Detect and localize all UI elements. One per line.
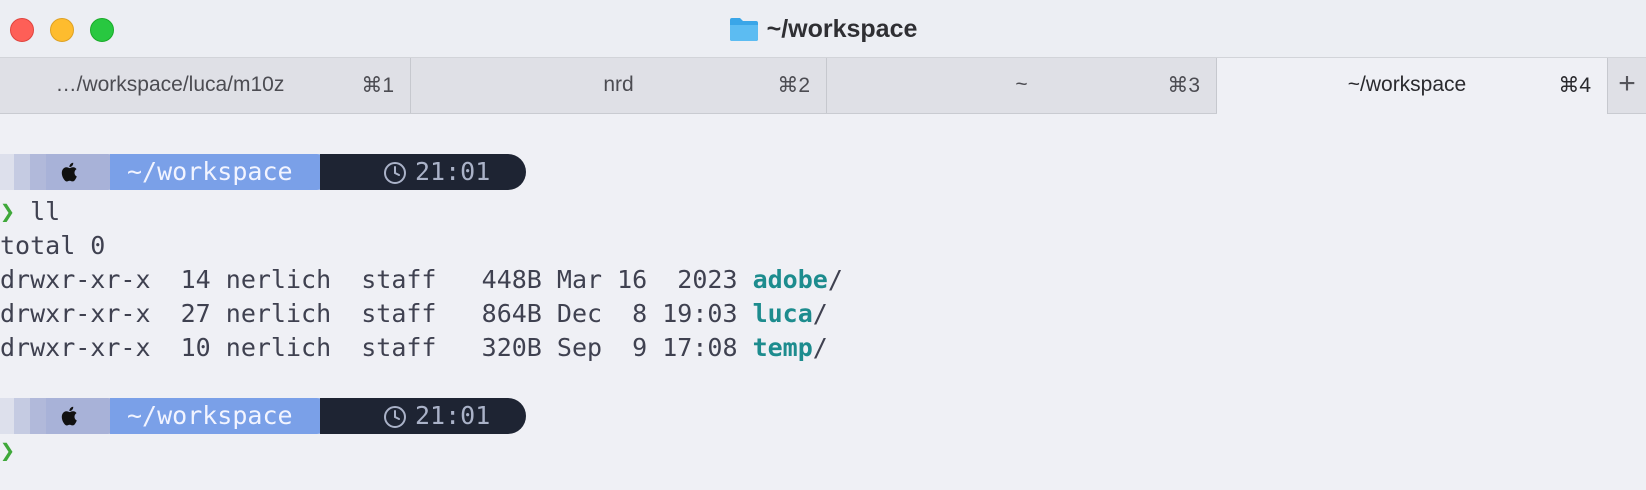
tab-4-active[interactable]: ~/workspace ⌘4 [1217, 58, 1608, 114]
terminal-output[interactable]: ~/workspace 21:01 ❯ ll total 0 drwxr-xr-… [0, 114, 1646, 490]
tab-label: ~/workspace [1347, 73, 1467, 96]
input-line[interactable]: ❯ [0, 434, 15, 468]
tab-bar: …/workspace/luca/m10z ⌘1 nrd ⌘2 ~ ⌘3 ~/w… [0, 58, 1646, 114]
new-tab-button[interactable]: + [1608, 58, 1646, 113]
prompt-path: ~/workspace [127, 157, 293, 186]
title-bar: ~/workspace [0, 0, 1646, 58]
tab-label: …/workspace/luca/m10z [55, 73, 285, 96]
directory-name: temp [752, 333, 813, 362]
entry-suffix: / [812, 333, 828, 362]
list-item: drwxr-xr-x 27 nerlich staff 864B Dec 8 1… [0, 297, 828, 331]
entry-meta: drwxr-xr-x 27 nerlich staff 864B Dec 8 1… [0, 299, 753, 328]
apple-icon [61, 162, 77, 182]
entry-suffix: / [812, 299, 828, 328]
prompt-bar: ~/workspace 21:01 [0, 398, 530, 434]
list-item: drwxr-xr-x 14 nerlich staff 448B Mar 16 … [0, 263, 843, 297]
tab-shortcut: ⌘2 [777, 74, 810, 97]
command-text: ll [30, 197, 61, 226]
tab-1[interactable]: …/workspace/luca/m10z ⌘1 [0, 58, 411, 113]
clock-icon [384, 406, 406, 428]
tab-shortcut: ⌘4 [1558, 74, 1591, 97]
tab-2[interactable]: nrd ⌘2 [411, 58, 827, 113]
prompt-bar: ~/workspace 21:01 [0, 154, 530, 190]
directory-name: luca [752, 299, 813, 328]
command-line: ❯ ll [0, 195, 60, 229]
prompt-symbol: ❯ [0, 436, 16, 465]
prompt-time: 21:01 [415, 401, 491, 430]
tab-shortcut: ⌘3 [1167, 74, 1200, 97]
prompt-path: ~/workspace [127, 401, 293, 430]
list-item: drwxr-xr-x 10 nerlich staff 320B Sep 9 1… [0, 331, 828, 365]
tab-label: nrd [603, 73, 634, 96]
entry-suffix: / [827, 265, 843, 294]
tab-3[interactable]: ~ ⌘3 [827, 58, 1217, 113]
prompt-time: 21:01 [415, 157, 491, 186]
window-title-group: ~/workspace [0, 14, 1646, 44]
entry-meta: drwxr-xr-x 14 nerlich staff 448B Mar 16 … [0, 265, 753, 294]
clock-icon [384, 162, 406, 184]
window-title: ~/workspace [766, 14, 918, 43]
tab-shortcut: ⌘1 [361, 74, 394, 97]
entry-meta: drwxr-xr-x 10 nerlich staff 320B Sep 9 1… [0, 333, 753, 362]
directory-name: adobe [752, 265, 828, 294]
prompt-symbol: ❯ [0, 197, 16, 226]
output-total: total 0 [0, 231, 106, 260]
tab-label: ~ [1015, 73, 1028, 96]
folder-icon [729, 18, 758, 41]
apple-icon [61, 406, 77, 426]
